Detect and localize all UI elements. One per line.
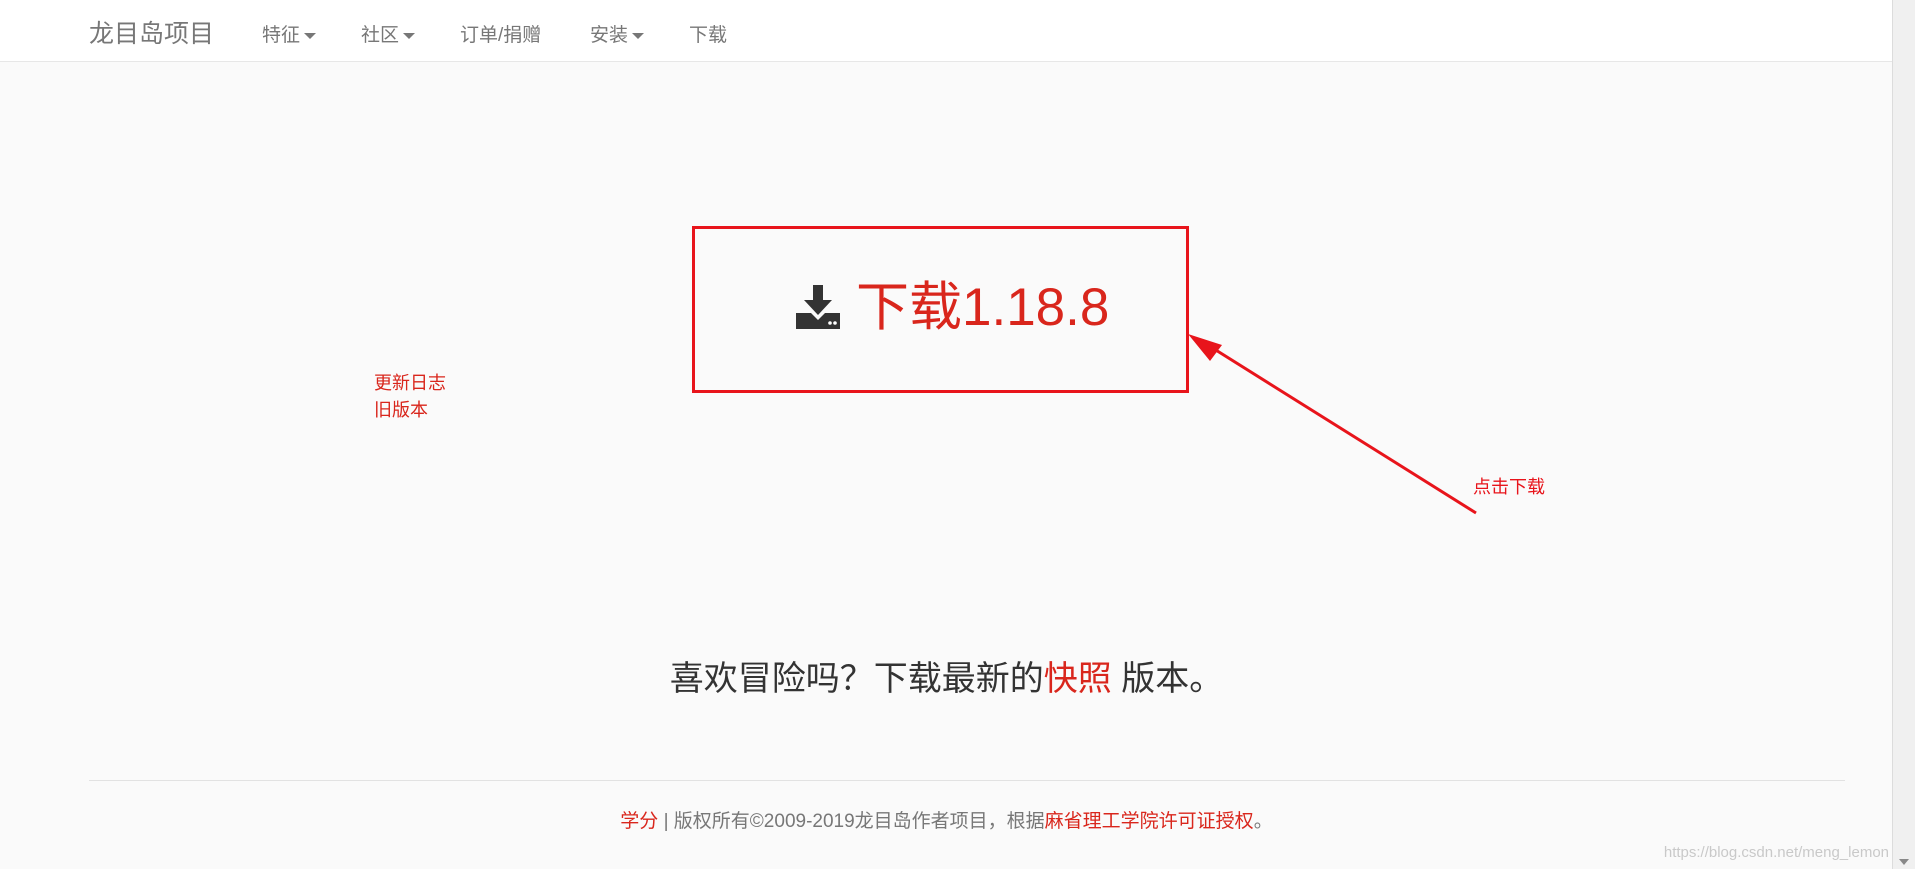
brand-link[interactable]: 龙目岛项目 — [89, 14, 214, 50]
download-icon — [796, 285, 840, 329]
vertical-scrollbar[interactable] — [1892, 0, 1915, 869]
scroll-down-arrow-icon[interactable] — [1899, 859, 1909, 865]
page: 龙目岛项目 特征 社区 订单/捐赠 安装 下载 下载1.18.8 更新日志 旧版… — [0, 0, 1915, 869]
download-label: 下载1.18.8 — [856, 278, 1110, 337]
nav-item-label: 社区 — [361, 25, 400, 46]
caret-down-icon — [304, 32, 317, 39]
annotation-arrow — [1188, 334, 1477, 515]
nav-item-community[interactable]: 社区 — [361, 20, 416, 47]
footer-copyright: | 版权所有©2009-2019龙目岛作者项目，根据 — [658, 811, 1045, 832]
download-button[interactable]: 下载1.18.8 — [794, 276, 1109, 340]
annotation-text: 点击下载 — [1473, 477, 1545, 498]
old-versions-link[interactable]: 旧版本 — [374, 396, 428, 422]
mit-license-link[interactable]: 麻省理工学院许可证授权 — [1045, 811, 1254, 832]
caret-down-icon — [632, 32, 645, 39]
nav-item-features[interactable]: 特征 — [262, 20, 317, 47]
watermark: https://blog.csdn.net/meng_lemon — [1663, 844, 1889, 861]
tagline-suffix: 版本。 — [1111, 660, 1224, 698]
nav-item-label: 订单/捐赠 — [460, 25, 542, 46]
footer-divider — [89, 780, 1845, 781]
nav-item-order-donate[interactable]: 订单/捐赠 — [460, 20, 541, 47]
tagline: 喜欢冒险吗？下载最新的快照 版本。 — [0, 651, 1893, 700]
nav-item-download[interactable]: 下载 — [689, 20, 727, 47]
changelog-link[interactable]: 更新日志 — [374, 369, 446, 395]
credits-link[interactable]: 学分 — [620, 811, 658, 832]
footer-end: 。 — [1253, 811, 1273, 832]
nav-item-label: 下载 — [689, 25, 728, 46]
nav-item-install[interactable]: 安装 — [590, 20, 645, 47]
footer: 学分 | 版权所有©2009-2019龙目岛作者项目，根据麻省理工学院许可证授权… — [0, 806, 1893, 833]
top-navbar: 龙目岛项目 特征 社区 订单/捐赠 安装 下载 — [0, 0, 1893, 62]
nav-item-label: 安装 — [590, 25, 629, 46]
caret-down-icon — [403, 32, 416, 39]
nav-item-label: 特征 — [262, 25, 301, 46]
tagline-prefix: 喜欢冒险吗？下载最新的 — [669, 660, 1044, 698]
snapshot-link[interactable]: 快照 — [1044, 660, 1112, 698]
